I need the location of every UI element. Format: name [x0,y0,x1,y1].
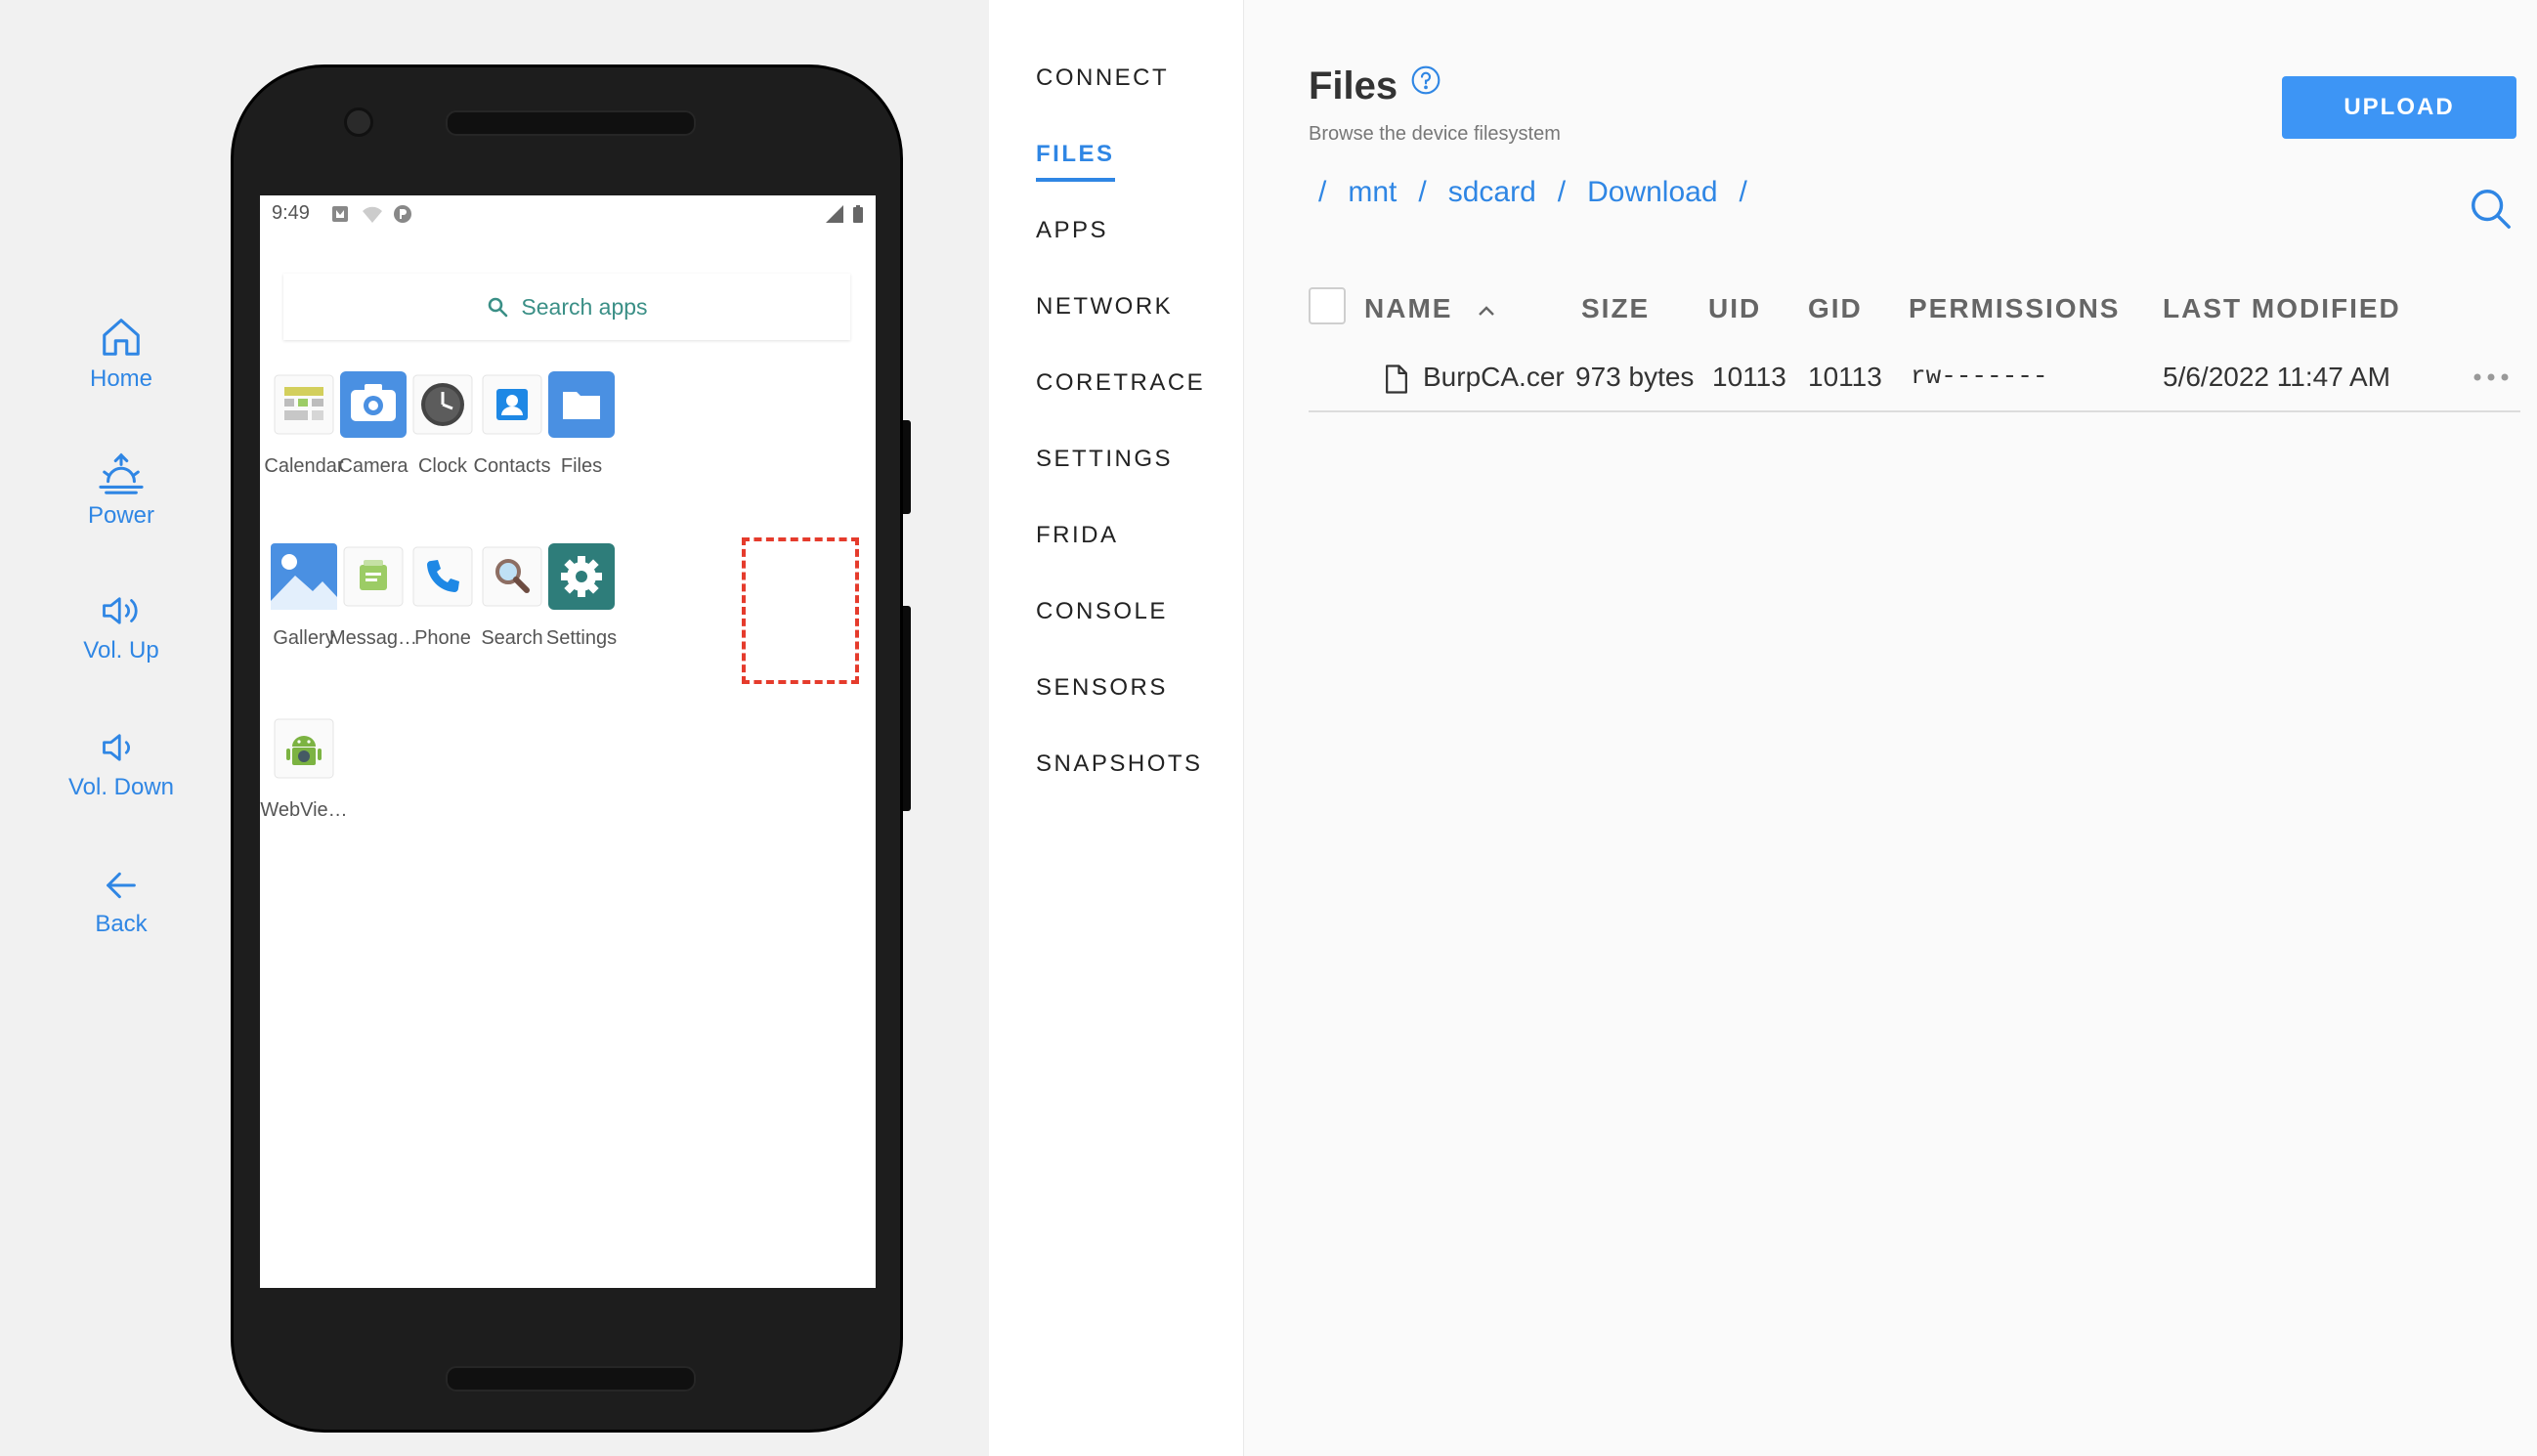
home-label: Home [89,365,153,392]
column-header-size[interactable]: SIZE [1581,293,1650,324]
app-webview[interactable]: WebVie… [260,713,362,822]
breadcrumb-separator: / [1318,176,1327,208]
file-gid: 10113 [1808,362,1882,392]
volume-up-button[interactable]: Vol. Up [43,590,199,664]
status-time: 9:49 [272,202,310,224]
column-header-name[interactable]: NAME [1364,293,1497,324]
row-divider [1309,410,2520,412]
wifi-off-icon [363,206,382,223]
file-uid: 10113 [1712,362,1786,392]
home-button[interactable]: Home [43,315,199,393]
column-header-last-modified[interactable]: LAST MODIFIED [2163,293,2401,324]
phone-side-button-top [903,420,911,514]
nav-settings[interactable]: SETTINGS [1036,446,1173,473]
phone-camera [344,107,373,137]
column-header-label: NAME [1364,293,1453,323]
help-icon[interactable] [1410,64,1441,96]
page-title: Files [1309,64,1398,107]
breadcrumb-mnt[interactable]: mnt [1348,176,1397,209]
nav-files[interactable]: FILES [1036,141,1115,182]
files-icon [546,369,617,440]
breadcrumb-separator: / [1418,176,1427,208]
volume-down-icon [103,734,131,761]
column-header-uid[interactable]: UID [1708,293,1761,324]
nav-snapshots[interactable]: SNAPSHOTS [1036,750,1203,778]
nav-console[interactable]: CONSOLE [1036,598,1168,625]
file-last-modified: 5/6/2022 11:47 AM [2163,362,2390,392]
column-header-gid[interactable]: GID [1808,293,1863,324]
breadcrumb-download[interactable]: Download [1587,176,1717,209]
back-label: Back [95,911,148,937]
status-bar: 9:49 [260,195,876,233]
sunrise-power-icon [99,452,144,494]
app-files[interactable]: Files [524,369,639,478]
volume-down-button[interactable]: Vol. Down [43,727,199,801]
phone-speaker-top [446,110,696,136]
device-panel: Home Power Vol. Up Vol. Down Back 9:49 S… [0,0,989,1456]
file-size: 973 bytes [1575,362,1695,392]
main-nav: CONNECT FILES APPS NETWORK CORETRACE SET… [989,0,1244,1456]
app-settings[interactable]: Settings [524,541,639,650]
nav-coretrace[interactable]: CORETRACE [1036,369,1205,397]
search-apps-bar[interactable]: Search apps [283,274,850,340]
phone-screen[interactable]: 9:49 Search apps Calendar Camera Clock C… [260,195,876,1288]
sync-icon [394,205,411,223]
search-apps-placeholder: Search apps [521,293,648,320]
column-header-permissions[interactable]: PERMISSIONS [1909,293,2120,324]
volume-up-label: Vol. Up [83,637,159,664]
phone-side-button-bottom [903,606,911,811]
nav-frida[interactable]: FRIDA [1036,522,1119,549]
file-permissions: rw------- [1911,362,2048,391]
sort-ascending-icon [1479,305,1495,316]
battery-icon [853,205,863,223]
signal-icon [826,205,843,223]
file-name[interactable]: BurpCA.cer [1423,362,1565,393]
app-label: WebVie… [260,799,348,821]
home-icon [103,319,140,356]
file-icon [1386,364,1407,394]
notification-icon [332,206,348,222]
select-all-checkbox[interactable] [1309,287,1346,324]
phone-speaker-bottom [446,1366,696,1392]
arrow-left-icon [107,872,136,899]
magnifier-icon [489,297,508,318]
settings-highlight-box [742,537,859,684]
files-panel: Files Browse the device filesystem UPLOA… [1244,0,2537,1456]
power-label: Power [87,502,155,529]
nav-network[interactable]: NETWORK [1036,293,1173,321]
volume-down-label: Vol. Down [67,774,175,800]
app-label: Settings [545,627,618,649]
nav-apps[interactable]: APPS [1036,217,1108,244]
nav-connect[interactable]: CONNECT [1036,64,1169,92]
page-subtitle: Browse the device filesystem [1309,123,1561,145]
back-button[interactable]: Back [43,866,199,938]
breadcrumb-sdcard[interactable]: sdcard [1448,176,1536,209]
nav-sensors[interactable]: SENSORS [1036,674,1168,702]
app-label: Files [560,455,603,477]
more-options-icon[interactable] [2472,371,2511,383]
settings-gear-icon [546,541,617,612]
android-webview-icon [269,713,339,784]
upload-button[interactable]: UPLOAD [2282,76,2516,139]
breadcrumb: / mnt / sdcard / Download / [1318,176,1769,209]
volume-up-icon [103,597,138,624]
breadcrumb-separator: / [1557,176,1567,208]
breadcrumb-separator: / [1739,176,1747,208]
search-icon[interactable] [2468,186,2513,231]
power-button[interactable]: Power [43,451,199,530]
